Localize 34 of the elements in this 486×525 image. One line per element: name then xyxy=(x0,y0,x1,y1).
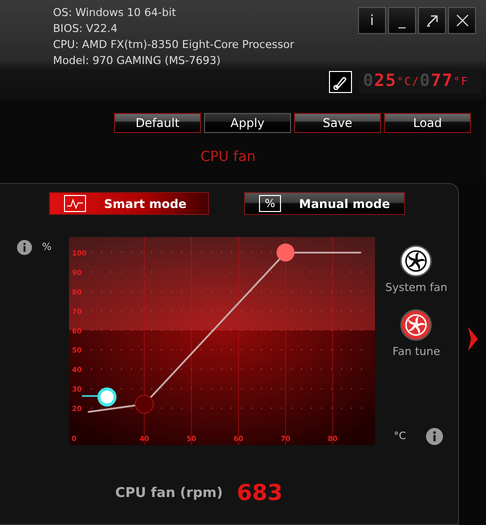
toolbar-button[interactable]: Save xyxy=(294,113,381,133)
axis-unit: % xyxy=(42,241,52,255)
toolbar-button[interactable]: Load xyxy=(384,113,471,133)
info-button[interactable]: i xyxy=(358,7,386,34)
fan-speed-value: 683 xyxy=(236,480,283,508)
close-icon xyxy=(456,14,468,27)
close-button[interactable] xyxy=(448,7,476,34)
arrow-icon xyxy=(426,14,438,27)
mode-button[interactable]: Smart mode xyxy=(49,192,209,215)
mode-button[interactable]: % Manual mode xyxy=(244,192,405,215)
minimize-button[interactable]: _ xyxy=(388,7,416,34)
curve-icon xyxy=(64,195,86,212)
curve-point[interactable] xyxy=(276,244,294,262)
curve-point[interactable] xyxy=(134,394,154,414)
current-temperature-marker xyxy=(82,388,116,406)
system-info-line: CPU: AMD FX(tm)-8350 Eight-Core Processor xyxy=(53,37,294,53)
toolbar-button[interactable]: Default xyxy=(114,113,201,133)
axis-unit: °C xyxy=(394,430,406,444)
percent-icon: % xyxy=(259,195,281,212)
mini-mode-button[interactable] xyxy=(418,7,446,34)
next-arrow-icon[interactable] xyxy=(466,327,478,351)
fan-icon xyxy=(400,245,432,277)
system-info-line: BIOS: V22.4 xyxy=(53,21,118,37)
system-info-line: OS: Windows 10 64-bit xyxy=(53,5,177,21)
system-info-line: Model: 970 GAMING (MS-7693) xyxy=(53,53,222,69)
fan-speed-label: CPU fan (rpm) xyxy=(115,484,223,504)
toolbar-button[interactable]: Apply xyxy=(204,113,291,133)
fan-title: CPU fan xyxy=(199,148,257,167)
fan-source-button[interactable]: Fan tune xyxy=(392,308,440,360)
info-icon[interactable] xyxy=(17,240,32,255)
info-icon[interactable] xyxy=(426,428,443,445)
fan-icon xyxy=(400,308,432,340)
thermometer-icon[interactable] xyxy=(329,71,352,93)
fan-source-button[interactable]: System fan xyxy=(385,245,448,296)
